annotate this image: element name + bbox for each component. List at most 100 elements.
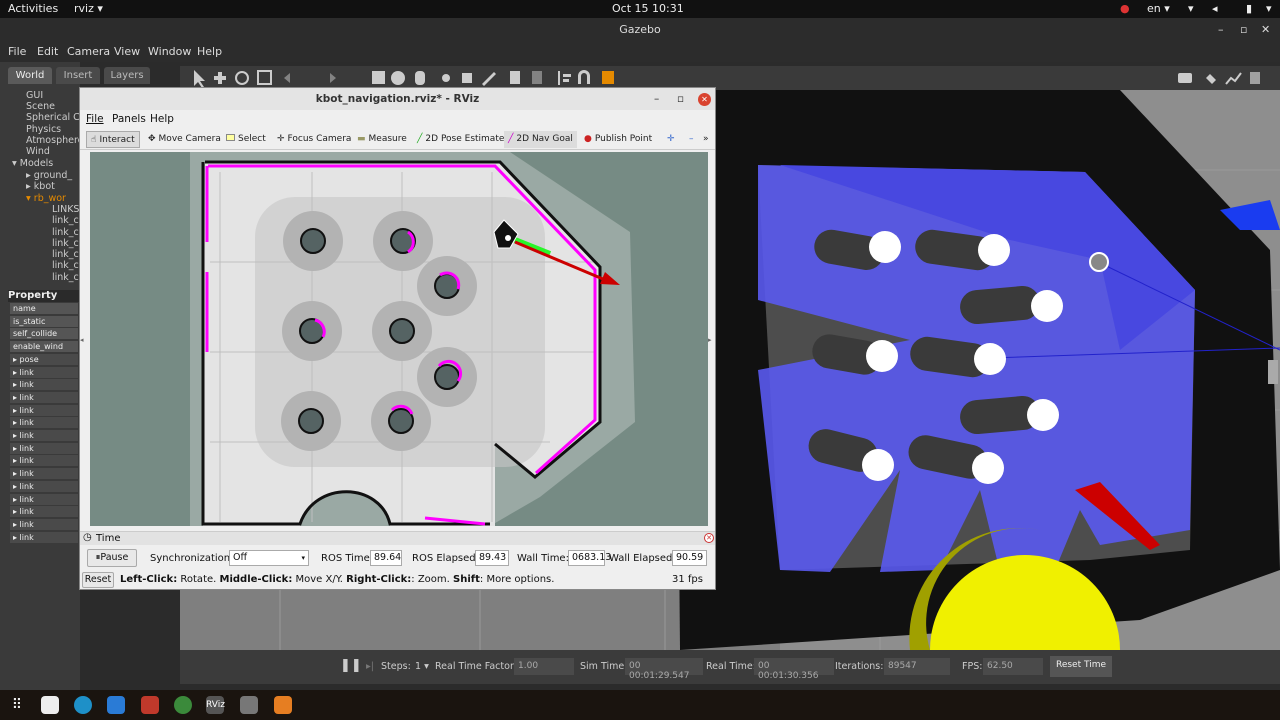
activities-button[interactable]: Activities [8, 2, 58, 15]
add-tool-icon[interactable]: ✛ [663, 131, 679, 148]
property-row[interactable]: name [10, 303, 78, 314]
volume-icon: ◂ [1212, 2, 1218, 15]
time-panel-close-icon[interactable]: ✕ [704, 533, 714, 543]
rviz-app-icon[interactable]: RViz [206, 696, 225, 714]
rviz-menu-help[interactable]: Help [150, 113, 174, 125]
files-icon[interactable] [41, 696, 59, 714]
language-menu[interactable]: en ▾ [1147, 2, 1170, 15]
ros-elapsed-field[interactable]: 89.43 [475, 550, 509, 566]
menu-edit[interactable]: Edit [37, 45, 58, 58]
ros-time-field[interactable]: 89.64 [370, 550, 402, 566]
rviz-3d-view[interactable] [90, 152, 708, 526]
tool-select[interactable]: Select [222, 131, 270, 148]
property-row[interactable]: ▸ link [10, 518, 78, 530]
property-row[interactable]: ▸ link [10, 430, 78, 441]
tree-item[interactable]: ▾ Models [12, 158, 53, 169]
tree-item[interactable]: LINKS [52, 204, 79, 215]
menu-file[interactable]: File [8, 45, 26, 58]
wifi-icon: ▾ [1188, 2, 1194, 15]
tree-item[interactable]: link_c [52, 227, 79, 238]
property-row[interactable]: self_collide [10, 328, 78, 340]
wall-time-field[interactable]: 0683.13 [568, 550, 611, 566]
reset-time-button[interactable]: Reset Time [1050, 656, 1112, 677]
robot-center [505, 235, 511, 241]
tree-item[interactable]: link_c [52, 260, 79, 271]
tree-item[interactable]: Physics [26, 124, 61, 135]
rviz-minimize-icon[interactable]: – [654, 88, 659, 110]
right-panel-collapse-icon[interactable]: ▸ [708, 336, 716, 344]
toolbar-overflow-icon[interactable]: » [703, 131, 709, 148]
close-icon[interactable]: ✕ [1261, 18, 1270, 42]
menu-camera[interactable]: Camera [67, 45, 110, 58]
remove-tool-icon[interactable]: – [685, 131, 698, 148]
pause-button[interactable]: ⏸Pause [87, 549, 137, 567]
tree-item[interactable]: ▾ rb_wor [26, 193, 66, 204]
app-menu[interactable]: rviz ▾ [74, 2, 103, 15]
property-row[interactable]: ▸ link [10, 379, 78, 391]
property-row[interactable]: ▸ link [10, 366, 78, 378]
app-grid-icon[interactable]: ⠿ [8, 696, 26, 714]
tab-insert[interactable]: Insert [56, 67, 100, 84]
spot-light-icon [462, 73, 472, 83]
tab-world[interactable]: World [8, 67, 52, 84]
pause-icon[interactable]: ❚❚ [340, 658, 362, 673]
gazebo-app-icon[interactable] [174, 696, 192, 714]
tree-item[interactable]: link_c [52, 215, 79, 226]
wall-elapsed-field[interactable]: 90.59 [672, 550, 707, 566]
tool-focus-camera[interactable]: ✛ Focus Camera [273, 131, 355, 148]
left-panel-collapse-icon[interactable]: ◂ [80, 336, 90, 344]
tree-item[interactable]: Spherical Co [26, 112, 86, 123]
property-row[interactable]: ▸ link [10, 468, 78, 480]
tree-item[interactable]: link_c [52, 272, 79, 283]
menu-help[interactable]: Help [197, 45, 222, 58]
tree-item[interactable]: link_c [52, 238, 79, 249]
tool-move-camera[interactable]: ✥ Move Camera [144, 131, 225, 148]
tool-measure[interactable]: ▬ Measure [353, 131, 411, 148]
terminal-icon[interactable] [141, 696, 159, 714]
rtf-label: Real Time Factor: [435, 661, 517, 672]
property-row[interactable]: ▸ link [10, 493, 78, 505]
property-row[interactable]: ▸ link [10, 404, 78, 416]
property-row[interactable]: ▸ link [10, 480, 78, 492]
tree-item[interactable]: ▸ ground_ [26, 170, 72, 181]
rviz-menu-panels[interactable]: Panels [112, 113, 146, 125]
property-row[interactable]: ▸ link [10, 417, 78, 429]
tree-item[interactable]: link_c [52, 249, 79, 260]
rviz-maximize-icon[interactable]: ▫ [677, 88, 684, 110]
tool-interact[interactable]: ☝ Interact [86, 131, 140, 148]
tree-item[interactable]: Atmosphere [26, 135, 84, 146]
menu-window[interactable]: Window [148, 45, 191, 58]
scene-right-scrollbar [1268, 360, 1278, 384]
tree-item[interactable]: Wind [26, 146, 50, 157]
power-icon[interactable]: ▾ [1266, 2, 1272, 15]
browser-icon[interactable] [74, 696, 92, 714]
game-icon[interactable] [240, 696, 258, 714]
maximize-icon[interactable]: ▫ [1240, 18, 1247, 42]
property-row[interactable]: is_static [10, 315, 78, 327]
tree-item[interactable]: Scene [26, 101, 55, 112]
tree-item[interactable]: ▸ kbot [26, 181, 55, 192]
vscode-icon[interactable] [107, 696, 125, 714]
property-row[interactable]: enable_wind [10, 341, 78, 353]
menu-view[interactable]: View [114, 45, 140, 58]
tool-2d-pose-estimate[interactable]: ╱ 2D Pose Estimate [413, 131, 508, 148]
minimize-icon[interactable]: – [1218, 18, 1224, 42]
clock[interactable]: Oct 15 10:31 [612, 2, 684, 15]
reset-button[interactable]: Reset [82, 572, 114, 588]
tool-2d-nav-goal[interactable]: ╱ 2D Nav Goal [504, 131, 577, 148]
tab-layers[interactable]: Layers [104, 67, 150, 84]
property-row[interactable]: ▸ link [10, 391, 78, 403]
tree-item[interactable]: GUI [26, 90, 43, 101]
steps-spinner[interactable]: 1 ▾ [415, 661, 429, 672]
package-icon[interactable] [274, 696, 292, 714]
property-row[interactable]: ▸ link [10, 506, 78, 518]
property-row[interactable]: ▸ link [10, 531, 78, 543]
property-row[interactable]: ▸ link [10, 442, 78, 454]
property-row[interactable]: ▸ link [10, 455, 78, 467]
step-icon[interactable]: ▸| [366, 661, 374, 672]
tool-publish-point[interactable]: ● Publish Point [580, 131, 656, 148]
property-row[interactable]: ▸ pose [10, 353, 78, 365]
rviz-close-icon[interactable]: ✕ [698, 93, 711, 106]
sync-select[interactable]: Off ▾ [229, 550, 309, 566]
rviz-menu-file[interactable]: File [86, 113, 104, 125]
